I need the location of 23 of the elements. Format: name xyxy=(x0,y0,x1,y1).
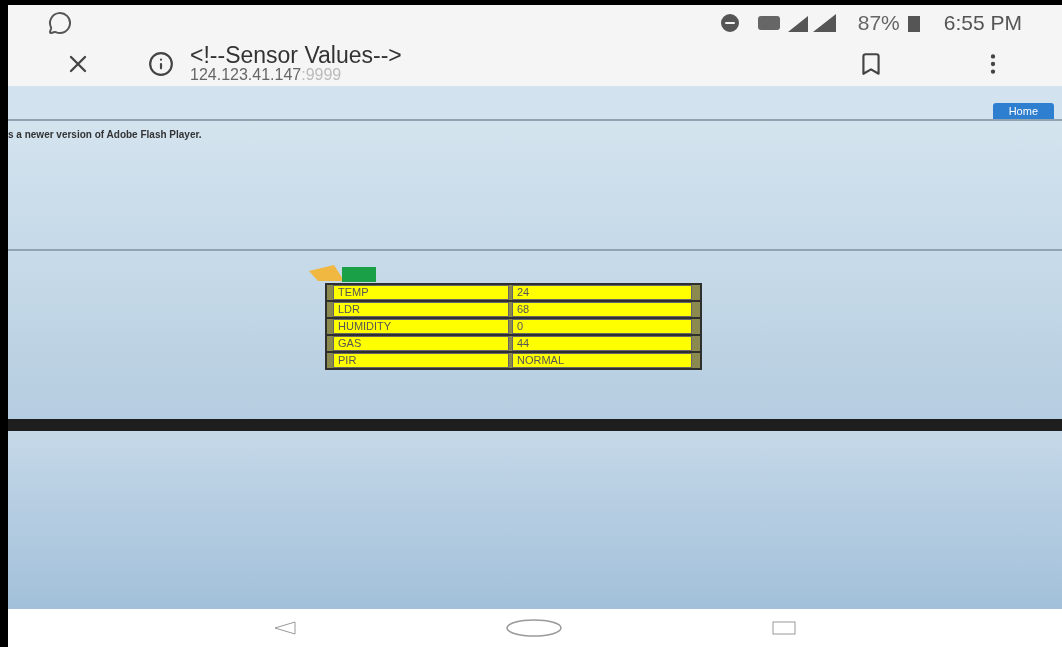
sensor-value: 24 xyxy=(512,285,692,300)
flash-notice: s a newer version of Adobe Flash Player. xyxy=(8,129,202,140)
sensor-name: LDR xyxy=(333,302,509,317)
sensor-value: 44 xyxy=(512,336,692,351)
sensor-value: NORMAL xyxy=(512,353,692,368)
battery-percent: 87% xyxy=(857,10,900,37)
chat-bubble-icon xyxy=(48,11,72,35)
sensor-name: HUMIDITY xyxy=(333,319,509,334)
sensor-name: TEMP xyxy=(333,285,509,300)
signal-icon xyxy=(757,12,838,34)
home-icon[interactable] xyxy=(506,619,562,637)
clock: 6:55 PM xyxy=(943,10,1022,37)
info-icon[interactable] xyxy=(148,50,174,77)
sensor-name: PIR xyxy=(333,353,509,368)
home-button[interactable]: Home xyxy=(992,103,1054,119)
sensor-name: GAS xyxy=(333,336,509,351)
page-title: <!--Sensor Values--> xyxy=(190,44,402,67)
sensor-value: 0 xyxy=(512,319,692,334)
battery-icon xyxy=(907,14,920,32)
sensor-value: 68 xyxy=(512,302,692,317)
url-host: 124.123.41.147 xyxy=(190,67,302,83)
back-icon[interactable] xyxy=(274,621,296,635)
url-port: :9999 xyxy=(301,67,342,83)
